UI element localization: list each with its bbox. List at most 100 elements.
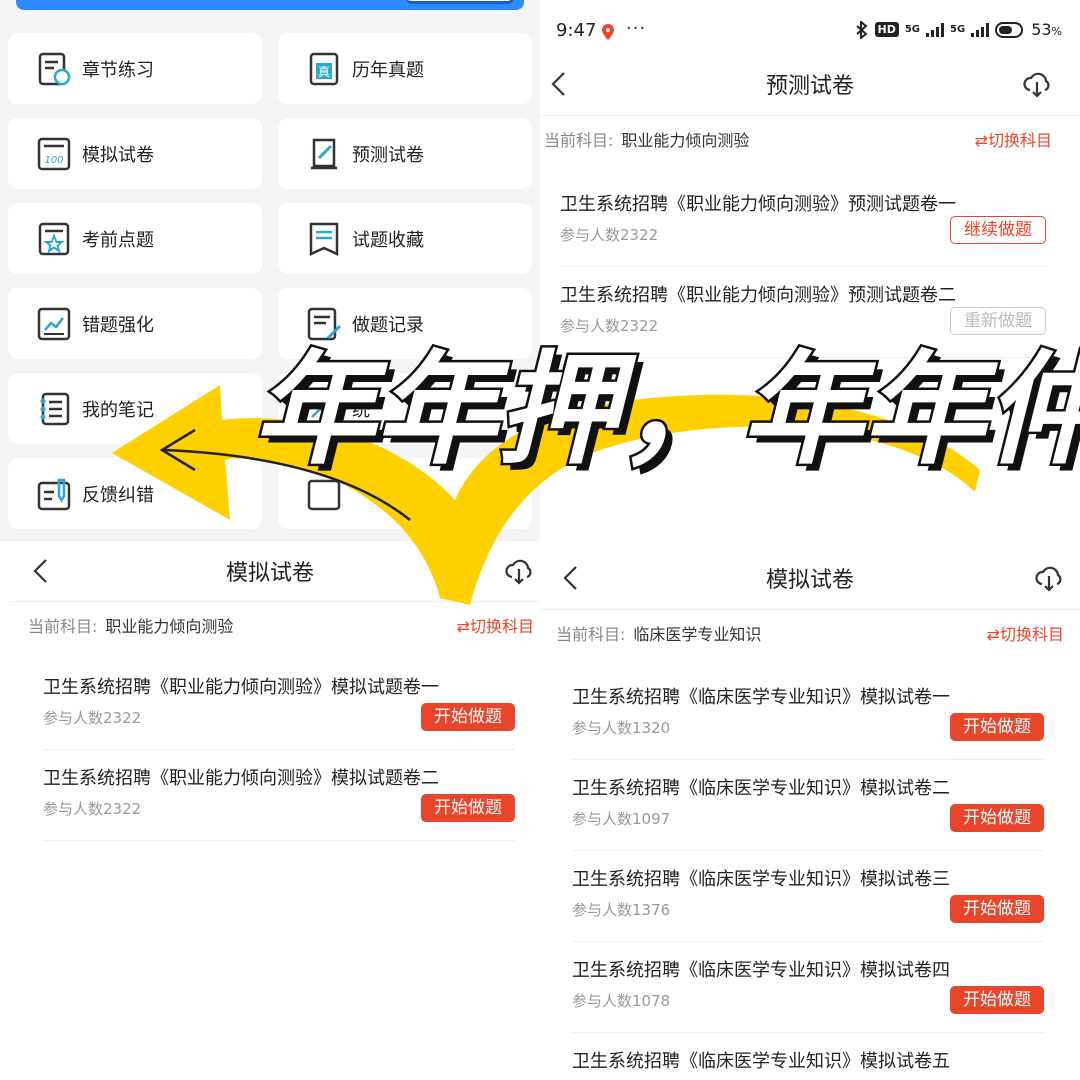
- menu-item-label: 试题收藏: [352, 229, 424, 251]
- svg-text:100: 100: [44, 155, 63, 166]
- list-item[interactable]: 卫生系统招聘《临床医学专业知识》模拟试卷三 参与人数1376 开始做题: [572, 851, 1044, 942]
- list-item[interactable]: 卫生系统招聘《职业能力倾向测验》预测试题卷二 参与人数2322 重新做题: [560, 267, 1046, 358]
- nav-bar: 模拟试卷: [540, 548, 1080, 608]
- list-item[interactable]: 卫生系统招聘《临床医学专业知识》模拟试卷一 参与人数1320 开始做题: [572, 669, 1044, 760]
- list-item[interactable]: 卫生系统招聘《临床医学专业知识》模拟试卷四 参与人数1078 开始做题: [572, 942, 1044, 1033]
- list-item[interactable]: 卫生系统招聘《职业能力倾向测验》模拟试题卷二 参与人数2322 开始做题: [43, 750, 515, 841]
- paper-title: 卫生系统招聘《临床医学专业知识》模拟试卷一: [572, 687, 950, 708]
- participant-count: 参与人数1320: [572, 719, 671, 737]
- subject-label: 当前科目:: [28, 616, 98, 636]
- subject-value: 临床医学专业知识: [633, 624, 762, 644]
- menu-item-past-exams[interactable]: 真 历年真题: [278, 33, 532, 104]
- page-title: 预测试卷: [765, 74, 854, 99]
- continue-button[interactable]: 继续做题: [950, 216, 1046, 244]
- menu-item-notes[interactable]: 我的笔记: [8, 373, 262, 444]
- switch-subject-button[interactable]: ⇄切换科目: [975, 127, 1052, 151]
- list-item[interactable]: 卫生系统招聘《职业能力倾向测验》预测试题卷一 参与人数2322 继续做题: [560, 176, 1046, 267]
- subject-row: 当前科目: 职业能力倾向测验 ⇄切换科目: [540, 115, 1080, 161]
- menu-item-feedback[interactable]: 反馈纠错: [8, 458, 262, 529]
- menu-item-label: 反馈纠错: [82, 484, 154, 506]
- switch-subject-button[interactable]: ⇄切换科目: [457, 613, 534, 637]
- menu-item-favorites[interactable]: 试题收藏: [278, 203, 532, 274]
- signal-icon: [926, 22, 945, 37]
- network-label-2: 5G: [950, 24, 966, 35]
- back-arrow-icon[interactable]: [26, 556, 56, 586]
- menu-item-predict-paper[interactable]: 预测试卷: [278, 118, 532, 189]
- cloud-download-icon[interactable]: [1022, 69, 1052, 99]
- menu-item-chapter-practice[interactable]: 章节练习: [8, 33, 262, 104]
- paper-title: 卫生系统招聘《职业能力倾向测验》预测试题卷一: [560, 194, 956, 215]
- subject-label: 当前科目:: [556, 624, 626, 644]
- study-menu-panel: 章节练习 真 历年真题 100 模拟试卷 预测试卷 考前点题 试题收藏 错题强化…: [0, 0, 540, 541]
- subject-row: 当前科目: 临床医学专业知识 ⇄切换科目: [540, 609, 1080, 655]
- menu-item-wrong-questions[interactable]: 错题强化: [8, 288, 262, 359]
- cloud-download-icon[interactable]: [1034, 563, 1064, 593]
- subject-label: 当前科目:: [544, 130, 614, 150]
- switch-subject-button[interactable]: ⇄切换科目: [987, 621, 1064, 645]
- list-item[interactable]: 卫生系统招聘《职业能力倾向测验》模拟试题卷一 参与人数2322 开始做题: [43, 659, 515, 750]
- practice-record-icon: [307, 307, 342, 340]
- menu-item-key-points[interactable]: 考前点题: [8, 203, 262, 274]
- back-arrow-icon[interactable]: [544, 69, 574, 99]
- start-button[interactable]: 开始做题: [421, 794, 515, 822]
- subject-value: 职业能力倾向测验: [621, 130, 750, 150]
- battery-icon: [995, 21, 1024, 38]
- paper-title: 卫生系统招聘《临床医学专业知识》模拟试卷二: [572, 778, 950, 799]
- status-bar: 9:47 ··· HD 5G 5G 53%: [540, 0, 1080, 60]
- restart-button[interactable]: 重新做题: [950, 307, 1046, 335]
- paper-title: 卫生系统招聘《职业能力倾向测验》模拟试题卷二: [43, 768, 439, 789]
- menu-item-label: 预测试卷: [352, 144, 424, 166]
- paper-title: 卫生系统招聘《临床医学专业知识》模拟试卷三: [572, 869, 950, 890]
- participant-count: 参与人数1376: [572, 901, 671, 919]
- predict-paper-screen: 9:47 ··· HD 5G 5G 53% 预测试卷 当前科目: 职业能力倾向测…: [540, 0, 1080, 360]
- menu-item-mock-paper[interactable]: 100 模拟试卷: [8, 118, 262, 189]
- start-button[interactable]: 开始做题: [950, 713, 1044, 741]
- start-button[interactable]: 开始做题: [950, 895, 1044, 923]
- mock-paper-screen-right: 模拟试卷 当前科目: 临床医学专业知识 ⇄切换科目 卫生系统招聘《临床医学专业知…: [540, 548, 1080, 1080]
- notes-icon: [40, 392, 70, 425]
- mock-paper-screen-left: 模拟试卷 当前科目: 职业能力倾向测验 ⇄切换科目 卫生系统招聘《职业能力倾向测…: [0, 541, 540, 1080]
- menu-item-practice-record[interactable]: 做题记录: [278, 288, 532, 359]
- start-button[interactable]: 开始做题: [421, 703, 515, 731]
- list-item[interactable]: 卫生系统招聘《临床医学专业知识》模拟试卷二 参与人数1097 开始做题: [572, 760, 1044, 851]
- menu-item-hidden[interactable]: [278, 458, 532, 529]
- start-button[interactable]: 开始做题: [950, 986, 1044, 1014]
- subject-value: 职业能力倾向测验: [105, 616, 234, 636]
- paper-title: 卫生系统招聘《职业能力倾向测验》预测试题卷二: [560, 285, 956, 306]
- back-arrow-icon[interactable]: [556, 563, 586, 593]
- paper-title: 卫生系统招聘《临床医学专业知识》模拟试卷四: [572, 960, 950, 981]
- subject-row: 当前科目: 职业能力倾向测验 ⇄切换科目: [10, 601, 540, 647]
- paper-title: 卫生系统招聘《临床医学专业知识》模拟试卷五: [572, 1051, 950, 1072]
- participant-count: 参与人数1097: [572, 810, 671, 828]
- banner-strip[interactable]: [16, 0, 524, 10]
- participant-count: 参与人数1078: [572, 992, 671, 1010]
- menu-item-label: 模拟试卷: [82, 144, 154, 166]
- start-button[interactable]: 开始做题: [950, 804, 1044, 832]
- hd-badge: HD: [874, 22, 899, 37]
- cloud-download-icon[interactable]: [504, 556, 534, 586]
- page-title: 模拟试卷: [225, 561, 314, 586]
- network-label-1: 5G: [904, 24, 921, 35]
- participant-count: 参与人数2322: [560, 317, 659, 335]
- nav-bar: 预测试卷: [540, 54, 1080, 114]
- battery-percent: 53%: [1031, 20, 1062, 39]
- participant-count: 参与人数2322: [560, 226, 659, 244]
- menu-item-statistics[interactable]: 统: [278, 373, 532, 444]
- status-right-group: HD 5G 5G 53%: [855, 20, 1062, 39]
- location-icon: [602, 24, 614, 40]
- mock-paper-icon: 100: [37, 137, 71, 170]
- page-title: 模拟试卷: [765, 568, 854, 593]
- menu-item-label: 我的笔记: [82, 399, 154, 421]
- chapter-practice-icon: [38, 52, 71, 85]
- svg-text:真: 真: [318, 65, 330, 79]
- list-item[interactable]: 卫生系统招聘《临床医学专业知识》模拟试卷五: [572, 1033, 1044, 1080]
- menu-item-label: 考前点题: [82, 229, 154, 251]
- menu-item-label: 历年真题: [352, 59, 424, 81]
- past-exams-icon: 真: [309, 52, 339, 85]
- status-time: 9:47: [556, 20, 597, 41]
- nav-bar: 模拟试卷: [0, 541, 540, 601]
- favorites-icon: [309, 222, 339, 256]
- signal-icon-2: [971, 22, 990, 37]
- paper-title: 卫生系统招聘《职业能力倾向测验》模拟试题卷一: [43, 677, 439, 698]
- statistics-icon: [311, 401, 337, 418]
